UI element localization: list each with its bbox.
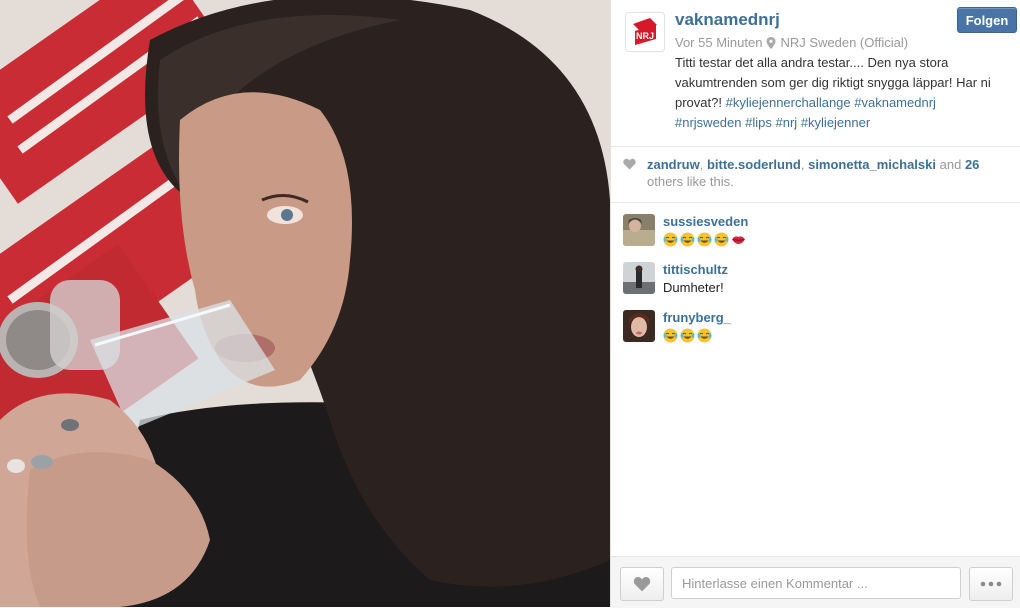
commenter-username[interactable]: tittischultz <box>663 262 728 277</box>
likes-and: and <box>939 157 962 172</box>
comment-text: Dumheter! <box>663 280 724 295</box>
comment-item: sussiesveden <box>623 214 1013 254</box>
comment-item: frunyberg_ <box>623 310 1013 350</box>
commenter-avatar[interactable] <box>623 262 655 294</box>
follow-button[interactable]: Folgen <box>957 7 1017 33</box>
avatar-image <box>623 262 655 294</box>
hashtag-link[interactable]: #lips <box>745 115 772 130</box>
post-details-panel: NRJ vaknamednrj Folgen Vor 55 Minuten NR… <box>610 0 1020 608</box>
commenter-avatar[interactable] <box>623 214 655 246</box>
laugh-cry-emoji-icon <box>663 328 678 343</box>
likes-text: zandruw, bitte.soderlund, simonetta_mich… <box>647 157 980 189</box>
lips-emoji-icon <box>732 236 745 244</box>
hashtag-link[interactable]: #kyliejenner <box>801 115 870 130</box>
laugh-cry-emoji-icon <box>697 232 712 247</box>
hashtag-link[interactable]: #kyliejennerchallange <box>726 95 851 110</box>
laugh-cry-emoji-icon <box>680 328 695 343</box>
comment-input[interactable] <box>671 567 961 599</box>
location-pin-icon <box>766 36 776 49</box>
laugh-cry-emoji-icon <box>680 232 695 247</box>
comment-footer <box>611 556 1020 608</box>
liker-link[interactable]: simonetta_michalski <box>808 157 936 172</box>
post-meta: Vor 55 Minuten NRJ Sweden (Official) <box>675 35 908 50</box>
comment-text <box>663 232 748 247</box>
laugh-cry-emoji-icon <box>663 232 678 247</box>
ellipsis-icon <box>980 581 1002 587</box>
nrj-logo-icon: NRJ <box>626 13 664 51</box>
avatar[interactable]: NRJ <box>625 12 665 52</box>
liker-link[interactable]: zandruw <box>647 157 700 172</box>
post-header: NRJ vaknamednrj Folgen Vor 55 Minuten NR… <box>611 0 1020 147</box>
more-options-button[interactable] <box>969 567 1013 601</box>
svg-text:NRJ: NRJ <box>636 31 654 41</box>
likes-summary: zandruw, bitte.soderlund, simonetta_mich… <box>611 146 1020 203</box>
likes-count-link[interactable]: 26 <box>965 157 979 172</box>
post-username-link[interactable]: vaknamednrj <box>675 10 780 30</box>
hashtag-link[interactable]: #nrj <box>776 115 798 130</box>
heart-icon <box>623 158 636 170</box>
laugh-cry-emoji-icon <box>697 328 712 343</box>
avatar-image <box>623 310 655 342</box>
avatar-image <box>623 214 655 246</box>
post-caption: Titti testar det alla andra testar.... D… <box>675 53 1005 133</box>
commenter-username[interactable]: sussiesveden <box>663 214 748 229</box>
laugh-cry-emoji-icon <box>714 232 729 247</box>
like-button[interactable] <box>620 567 664 601</box>
hashtag-link[interactable]: #nrjsweden <box>675 115 742 130</box>
post-location-link[interactable]: NRJ Sweden (Official) <box>780 35 908 50</box>
liker-link[interactable]: bitte.soderlund <box>707 157 801 172</box>
post-photo <box>0 0 610 607</box>
heart-icon <box>633 576 651 592</box>
post-time: Vor 55 Minuten <box>675 35 763 50</box>
comment-item: tittischultz Dumheter! <box>623 262 1013 302</box>
commenter-username[interactable]: frunyberg_ <box>663 310 731 325</box>
hashtag-link[interactable]: #vaknamednrj <box>854 95 936 110</box>
post-image <box>0 0 610 607</box>
commenter-avatar[interactable] <box>623 310 655 342</box>
comment-text <box>663 328 714 343</box>
likes-suffix: others like this. <box>647 174 734 189</box>
